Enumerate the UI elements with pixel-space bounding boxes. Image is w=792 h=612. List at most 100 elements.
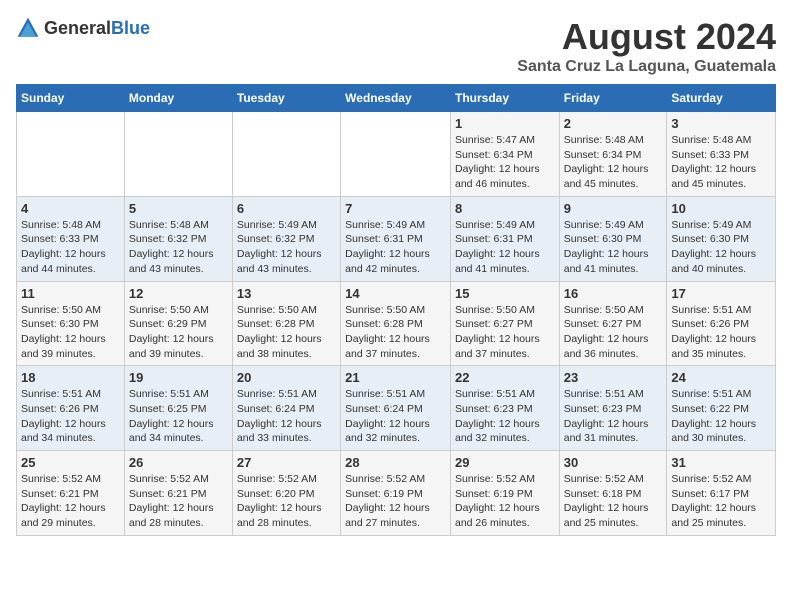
day-number: 10	[671, 201, 771, 216]
day-number: 23	[564, 370, 663, 385]
day-number: 11	[21, 286, 120, 301]
day-cell: 18Sunrise: 5:51 AM Sunset: 6:26 PM Dayli…	[17, 366, 125, 451]
day-cell: 9 Sunrise: 5:49 AM Sunset: 6:30 PM Daylig…	[559, 196, 667, 281]
day-number: 21	[345, 370, 446, 385]
day-cell: 25 Sunrise: 5:52 AM Sunset: 6:21 PM Dayli…	[17, 451, 125, 536]
week-row-2: 11 Sunrise: 5:50 AM Sunset: 6:30 PM Dayli…	[17, 281, 776, 366]
day-info: Sunrise: 5:52 AM Sunset: 6:21 PM Dayligh…	[21, 472, 120, 531]
calendar-header: SundayMondayTuesdayWednesdayThursdayFrid…	[17, 85, 776, 112]
day-cell: 5Sunrise: 5:48 AM Sunset: 6:32 PM Daylig…	[124, 196, 232, 281]
day-info: Sunrise: 5:49 AM Sunset: 6:30 PM Dayligh…	[564, 218, 663, 277]
day-cell: 21 Sunrise: 5:51 AM Sunset: 6:24 PM Dayli…	[341, 366, 451, 451]
day-cell: 29Sunrise: 5:52 AM Sunset: 6:19 PM Dayli…	[450, 451, 559, 536]
day-info: Sunrise: 5:49 AM Sunset: 6:31 PM Dayligh…	[455, 218, 555, 277]
day-info: Sunrise: 5:50 AM Sunset: 6:27 PM Dayligh…	[564, 303, 663, 362]
day-number: 9	[564, 201, 663, 216]
header-saturday: Saturday	[667, 85, 776, 112]
day-number: 18	[21, 370, 120, 385]
day-number: 17	[671, 286, 771, 301]
day-info: Sunrise: 5:48 AM Sunset: 6:33 PM Dayligh…	[21, 218, 120, 277]
day-cell: 23Sunrise: 5:51 AM Sunset: 6:23 PM Dayli…	[559, 366, 667, 451]
day-info: Sunrise: 5:52 AM Sunset: 6:17 PM Dayligh…	[671, 472, 771, 531]
day-info: Sunrise: 5:52 AM Sunset: 6:21 PM Dayligh…	[129, 472, 228, 531]
day-cell: 15Sunrise: 5:50 AM Sunset: 6:27 PM Dayli…	[450, 281, 559, 366]
day-cell: 10 Sunrise: 5:49 AM Sunset: 6:30 PM Dayli…	[667, 196, 776, 281]
day-cell: 24 Sunrise: 5:51 AM Sunset: 6:22 PM Dayli…	[667, 366, 776, 451]
day-cell: 30 Sunrise: 5:52 AM Sunset: 6:18 PM Dayli…	[559, 451, 667, 536]
day-number: 5	[129, 201, 228, 216]
day-number: 20	[237, 370, 336, 385]
day-info: Sunrise: 5:48 AM Sunset: 6:33 PM Dayligh…	[671, 133, 771, 192]
day-cell: 14 Sunrise: 5:50 AM Sunset: 6:28 PM Dayli…	[341, 281, 451, 366]
logo-blue: Blue	[111, 18, 150, 38]
day-cell: 2 Sunrise: 5:48 AM Sunset: 6:34 PM Daylig…	[559, 112, 667, 197]
header-tuesday: Tuesday	[232, 85, 340, 112]
day-cell: 27 Sunrise: 5:52 AM Sunset: 6:20 PM Dayli…	[232, 451, 340, 536]
day-number: 15	[455, 286, 555, 301]
logo-icon	[16, 16, 40, 40]
day-cell: 26 Sunrise: 5:52 AM Sunset: 6:21 PM Dayli…	[124, 451, 232, 536]
day-number: 26	[129, 455, 228, 470]
day-cell: 22Sunrise: 5:51 AM Sunset: 6:23 PM Dayli…	[450, 366, 559, 451]
header-thursday: Thursday	[450, 85, 559, 112]
week-row-1: 4 Sunrise: 5:48 AM Sunset: 6:33 PM Daylig…	[17, 196, 776, 281]
day-info: Sunrise: 5:52 AM Sunset: 6:19 PM Dayligh…	[345, 472, 446, 531]
day-cell: 20 Sunrise: 5:51 AM Sunset: 6:24 PM Dayli…	[232, 366, 340, 451]
day-info: Sunrise: 5:52 AM Sunset: 6:20 PM Dayligh…	[237, 472, 336, 531]
day-cell: 13Sunrise: 5:50 AM Sunset: 6:28 PM Dayli…	[232, 281, 340, 366]
day-number: 22	[455, 370, 555, 385]
week-row-0: 1Sunrise: 5:47 AM Sunset: 6:34 PM Daylig…	[17, 112, 776, 197]
day-number: 12	[129, 286, 228, 301]
day-info: Sunrise: 5:51 AM Sunset: 6:22 PM Dayligh…	[671, 387, 771, 446]
day-cell: 6 Sunrise: 5:49 AM Sunset: 6:32 PM Daylig…	[232, 196, 340, 281]
logo-text: GeneralBlue	[44, 18, 150, 39]
header-sunday: Sunday	[17, 85, 125, 112]
day-cell	[232, 112, 340, 197]
day-number: 16	[564, 286, 663, 301]
calendar-body: 1Sunrise: 5:47 AM Sunset: 6:34 PM Daylig…	[17, 112, 776, 536]
day-cell: 3 Sunrise: 5:48 AM Sunset: 6:33 PM Daylig…	[667, 112, 776, 197]
day-info: Sunrise: 5:51 AM Sunset: 6:24 PM Dayligh…	[345, 387, 446, 446]
logo: GeneralBlue	[16, 16, 150, 40]
day-number: 30	[564, 455, 663, 470]
day-number: 19	[129, 370, 228, 385]
week-row-4: 25 Sunrise: 5:52 AM Sunset: 6:21 PM Dayli…	[17, 451, 776, 536]
day-cell: 31 Sunrise: 5:52 AM Sunset: 6:17 PM Dayli…	[667, 451, 776, 536]
day-number: 3	[671, 116, 771, 131]
day-cell: 8 Sunrise: 5:49 AM Sunset: 6:31 PM Daylig…	[450, 196, 559, 281]
day-info: Sunrise: 5:49 AM Sunset: 6:31 PM Dayligh…	[345, 218, 446, 277]
day-info: Sunrise: 5:48 AM Sunset: 6:34 PM Dayligh…	[564, 133, 663, 192]
day-info: Sunrise: 5:51 AM Sunset: 6:24 PM Dayligh…	[237, 387, 336, 446]
page-header: GeneralBlue August 2024 Santa Cruz La La…	[16, 16, 776, 76]
day-info: Sunrise: 5:50 AM Sunset: 6:28 PM Dayligh…	[237, 303, 336, 362]
day-info: Sunrise: 5:52 AM Sunset: 6:18 PM Dayligh…	[564, 472, 663, 531]
day-cell: 12Sunrise: 5:50 AM Sunset: 6:29 PM Dayli…	[124, 281, 232, 366]
day-cell: 16 Sunrise: 5:50 AM Sunset: 6:27 PM Dayli…	[559, 281, 667, 366]
day-info: Sunrise: 5:49 AM Sunset: 6:32 PM Dayligh…	[237, 218, 336, 277]
day-cell: 28Sunrise: 5:52 AM Sunset: 6:19 PM Dayli…	[341, 451, 451, 536]
week-row-3: 18Sunrise: 5:51 AM Sunset: 6:26 PM Dayli…	[17, 366, 776, 451]
calendar-table: SundayMondayTuesdayWednesdayThursdayFrid…	[16, 84, 776, 536]
day-number: 31	[671, 455, 771, 470]
day-number: 4	[21, 201, 120, 216]
day-number: 25	[21, 455, 120, 470]
day-info: Sunrise: 5:49 AM Sunset: 6:30 PM Dayligh…	[671, 218, 771, 277]
day-cell: 4 Sunrise: 5:48 AM Sunset: 6:33 PM Daylig…	[17, 196, 125, 281]
day-info: Sunrise: 5:50 AM Sunset: 6:28 PM Dayligh…	[345, 303, 446, 362]
day-number: 27	[237, 455, 336, 470]
day-number: 6	[237, 201, 336, 216]
day-number: 24	[671, 370, 771, 385]
day-cell: 17Sunrise: 5:51 AM Sunset: 6:26 PM Dayli…	[667, 281, 776, 366]
day-cell	[124, 112, 232, 197]
title-area: August 2024 Santa Cruz La Laguna, Guatem…	[517, 16, 776, 76]
logo-general: General	[44, 18, 111, 38]
header-monday: Monday	[124, 85, 232, 112]
day-cell	[17, 112, 125, 197]
day-number: 14	[345, 286, 446, 301]
day-number: 8	[455, 201, 555, 216]
day-number: 2	[564, 116, 663, 131]
day-cell: 7Sunrise: 5:49 AM Sunset: 6:31 PM Daylig…	[341, 196, 451, 281]
day-info: Sunrise: 5:52 AM Sunset: 6:19 PM Dayligh…	[455, 472, 555, 531]
day-info: Sunrise: 5:51 AM Sunset: 6:25 PM Dayligh…	[129, 387, 228, 446]
day-info: Sunrise: 5:50 AM Sunset: 6:30 PM Dayligh…	[21, 303, 120, 362]
